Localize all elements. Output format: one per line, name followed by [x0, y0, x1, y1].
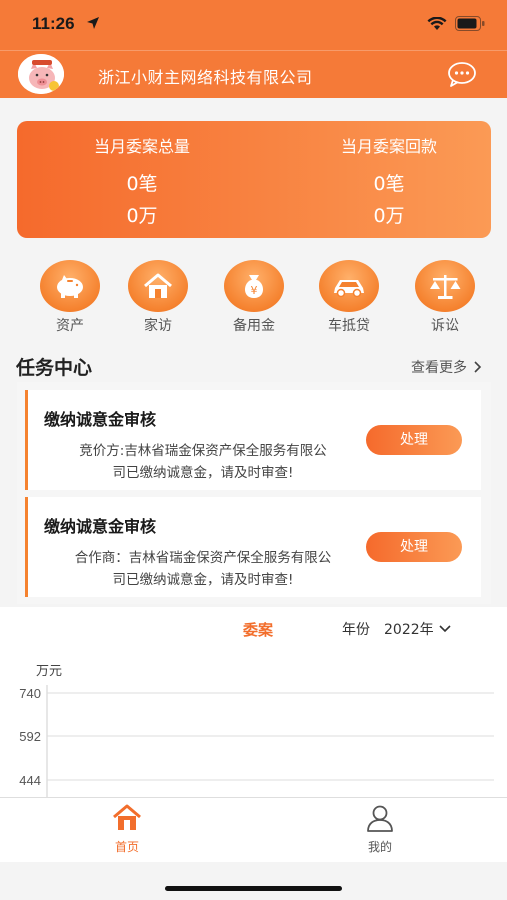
monthly-cases-total[interactable]: 当月委案总量 0笔 0万 [17, 121, 267, 238]
tab-label: 首页 [114, 840, 139, 854]
y-tick-label: 444 [19, 773, 41, 788]
summary-title: 当月委案总量 [93, 137, 190, 156]
monthly-cases-repayment[interactable]: 当月委案回款 0笔 0万 [254, 121, 507, 238]
scales-icon [430, 275, 461, 299]
tab-bar: 首页 我的 [0, 797, 507, 862]
pig-mascot-icon [18, 54, 64, 94]
process-button[interactable]: 处理 [366, 532, 462, 562]
summary-amount: 0万 [126, 205, 158, 227]
piggy-bank-icon [57, 275, 83, 298]
quick-actions: 资产 家访 ¥ 备用金 车抵贷 诉讼 [0, 260, 507, 340]
task-center-title: 任务中心 [16, 357, 93, 379]
wifi-icon [427, 17, 447, 30]
tab-cases[interactable]: 委案 [243, 619, 273, 640]
quick-action-assets[interactable]: 资产 [30, 260, 110, 335]
location-arrow-icon [87, 17, 99, 29]
svg-text:¥: ¥ [251, 284, 258, 297]
task-name: 缴纳诚意金审核 [44, 410, 157, 429]
app-header: 11:26 浙江小财主网络科技有限公司 [0, 0, 507, 98]
year-select[interactable]: 2022年 [384, 619, 451, 639]
avatar[interactable] [18, 54, 64, 94]
summary-count: 0笔 [126, 173, 158, 195]
quick-action-label: 家访 [144, 318, 172, 334]
tab-label: 我的 [367, 840, 392, 854]
money-bag-icon: ¥ [244, 275, 264, 298]
line-chart: 740 592 444 [19, 685, 494, 797]
user-icon [367, 805, 393, 832]
year-select-value: 2022年 [384, 622, 434, 638]
task-list: 缴纳诚意金审核 竞价方:吉林省瑞金保资产保全服务有限公 司已缴纳诚意金，请及时审… [17, 382, 491, 604]
summary-amount: 0万 [373, 205, 405, 227]
chevron-down-icon [439, 625, 451, 633]
task-description: 合作商：吉林省瑞金保资产保全服务有限公 司已缴纳诚意金，请及时审查! [74, 550, 332, 588]
status-bar: 11:26 [0, 0, 507, 50]
home-indicator[interactable] [165, 886, 342, 891]
quick-action-label: 诉讼 [431, 318, 459, 334]
process-button[interactable]: 处理 [366, 425, 462, 455]
tab-mine[interactable]: 我的 [340, 804, 420, 855]
header-divider [0, 50, 507, 51]
task-card[interactable]: 缴纳诚意金审核 合作商：吉林省瑞金保资产保全服务有限公 司已缴纳诚意金，请及时审… [25, 497, 481, 597]
home-indicator-area [0, 862, 507, 900]
quick-action-label: 资产 [56, 318, 84, 334]
quick-action-home-visit[interactable]: 家访 [118, 260, 198, 335]
tab-home[interactable]: 首页 [87, 804, 167, 855]
summary-card: 当月委案总量 0笔 0万 当月委案回款 0笔 0万 [17, 121, 491, 238]
view-more-label: 查看更多 [411, 360, 467, 376]
quick-action-reserve-fund[interactable]: ¥ 备用金 [214, 260, 294, 335]
battery-icon [455, 16, 485, 31]
company-name: 浙江小财主网络科技有限公司 [98, 68, 313, 87]
y-tick-label: 740 [19, 686, 41, 701]
quick-action-litigation[interactable]: 诉讼 [405, 260, 485, 335]
task-name: 缴纳诚意金审核 [44, 517, 157, 536]
chart-section: 委案 年份 2022年 万元 740 592 444 [0, 607, 507, 797]
y-tick-label: 592 [19, 729, 41, 744]
quick-action-label: 车抵贷 [328, 318, 370, 334]
year-label: 年份 [342, 622, 370, 638]
summary-title: 当月委案回款 [340, 137, 437, 156]
chat-bubble-icon[interactable] [447, 61, 477, 87]
quick-action-label: 备用金 [233, 318, 275, 334]
task-card[interactable]: 缴纳诚意金审核 竞价方:吉林省瑞金保资产保全服务有限公 司已缴纳诚意金，请及时审… [25, 390, 481, 490]
view-more-link[interactable]: 查看更多 [411, 357, 482, 377]
summary-count: 0笔 [373, 173, 405, 195]
home-icon [144, 273, 172, 298]
home-icon [113, 804, 141, 830]
task-description: 竞价方:吉林省瑞金保资产保全服务有限公 司已缴纳诚意金，请及时审查! [79, 443, 327, 481]
quick-action-car-loan[interactable]: 车抵贷 [309, 260, 389, 335]
car-icon [334, 280, 364, 298]
chevron-right-icon [474, 361, 482, 373]
status-time: 11:26 [32, 14, 75, 33]
